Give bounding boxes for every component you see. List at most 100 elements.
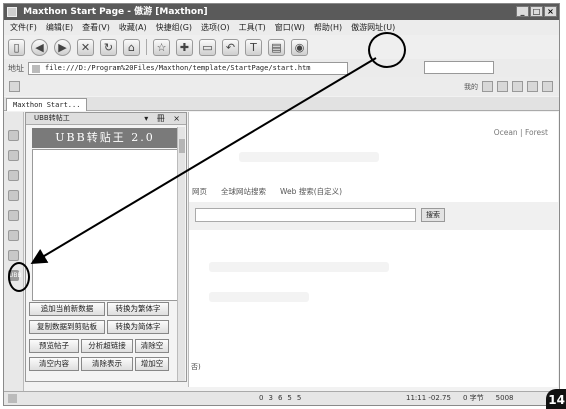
maxthon-app-icon [7,6,17,17]
toolbar-search-input[interactable] [424,61,494,74]
menu-groups[interactable]: 快捷组(G) [156,22,192,33]
menu-tools[interactable]: 工具(T) [239,22,266,33]
menu-help[interactable]: 帮助(H) [314,22,342,33]
minimize-button[interactable]: _ [516,6,529,17]
page-content: Ocean | Forest 网页 全球网站搜索 Web 搜索(自定义) 搜索 … [188,112,558,387]
search-tab-web[interactable]: 网页 [192,186,207,197]
search-tab-custom[interactable]: Web 搜索(自定义) [280,186,342,197]
status-indicator[interactable]: 5 [297,392,301,405]
favorite-star-icon[interactable]: ☆ [153,38,170,56]
links-bar-tools: 我的 [464,81,553,92]
tool-icon-2[interactable] [497,81,508,92]
back-icon[interactable]: ◀ [31,38,48,56]
my-label[interactable]: 我的 [464,82,478,92]
sidebar-icon-strip: UBB [4,112,24,402]
clear-space-button[interactable]: 清除空 [135,339,169,353]
status-page-icon [8,394,17,403]
new-page-icon[interactable]: ▯ [8,38,25,56]
to-simplified-button[interactable]: 转换为简体字 [107,320,169,334]
analyze-links-button[interactable]: 分析超链接 [81,339,133,353]
content-trailing-text: 否) [191,363,201,371]
tool-icon-5[interactable] [542,81,553,92]
menu-view[interactable]: 查看(V) [82,22,110,33]
append-data-button[interactable]: 追加当前新数据 [29,302,105,316]
main-search-button[interactable]: 搜索 [421,208,445,222]
figure-number-badge: 14 [546,389,566,409]
annotation-circle-ubb-icon [8,262,30,292]
tool-icon-4[interactable] [527,81,538,92]
sidebar-notes-icon[interactable] [8,210,19,221]
menu-bar: 文件(F) 编辑(E) 查看(V) 收藏(A) 快捷组(G) 选项(O) 工具(… [4,20,559,35]
sidebar-tools-icon[interactable] [8,230,19,241]
status-counter: 5008 [495,394,514,402]
menu-file[interactable]: 文件(F) [10,22,37,33]
clear-content-button[interactable]: 清空内容 [29,357,79,371]
faded-content-block [209,292,309,302]
links-bar: 我的 [4,77,559,96]
window-title: Maxthon Start Page - 傲游 [Maxthon] [23,7,208,17]
home-icon[interactable]: ⌂ [123,38,140,56]
main-toolbar: ▯ ◀ ▶ ✕ ↻ ⌂ ☆ ✚ ▭ ↶ T ▤ ◉ [4,35,559,59]
main-search-input[interactable] [195,208,416,222]
sidebar-search-icon[interactable] [8,130,19,141]
status-time: 11:11 -02.75 [406,394,451,402]
address-label: 地址 [8,63,24,73]
annotation-circle-sidebar-button [368,32,406,68]
copy-to-clipboard-button[interactable]: 复制数据到剪贴板 [29,320,105,334]
sidebar-icon[interactable]: ▤ [268,38,285,56]
title-bar: Maxthon Start Page - 傲游 [Maxthon] _ □ × [4,4,559,20]
skin-links[interactable]: Ocean | Forest [494,128,548,137]
status-bytes: 0 字节 [462,394,484,402]
menu-options[interactable]: 选项(O) [201,22,230,33]
sidebar-misc-icon[interactable] [8,250,19,261]
ubb-tool-title: UBB转贴王 2.0 [32,128,178,148]
address-input[interactable]: file:///D:/Program%20Files/Maxthon/templ… [28,61,348,75]
status-indicator[interactable]: 5 [287,392,291,405]
sidebar-panel-title: UBB转帖工 [34,114,70,122]
maximize-button[interactable]: □ [530,6,543,17]
add-space-button[interactable]: 增加空 [135,357,169,371]
sidebar-favorites-icon[interactable] [8,150,19,161]
clear-marks-button[interactable]: 清除表示 [81,357,133,371]
rss-feed-icon[interactable]: ◉ [291,38,308,56]
sidebar-scroll-thumb[interactable] [179,139,185,153]
menu-edit[interactable]: 编辑(E) [46,22,73,33]
status-indicators: 0 3 6 5 5 [259,392,301,405]
tool-icon-1[interactable] [482,81,493,92]
browser-window: Maxthon Start Page - 傲游 [Maxthon] _ □ × … [3,3,560,406]
extensions-icon[interactable]: ✚ [176,38,193,56]
preview-post-button[interactable]: 预览帖子 [29,339,79,353]
refresh-icon[interactable]: ↻ [100,38,117,56]
status-bar: 0 3 6 5 5 11:11 -02.75 0 字节 5008 [4,391,559,405]
window-controls: _ □ × [516,6,557,17]
tool-icon-3[interactable] [512,81,523,92]
status-info: 11:11 -02.75 0 字节 5008 [406,392,513,405]
status-indicator[interactable]: 0 [259,392,263,405]
sidebar-feeds-icon[interactable] [8,190,19,201]
stop-icon[interactable]: ✕ [77,38,94,56]
forward-icon[interactable]: ▶ [54,38,71,56]
sidebar-history-icon[interactable] [8,170,19,181]
menu-window[interactable]: 窗口(W) [275,22,305,33]
toolbar-separator [146,39,147,55]
tab-bar: Maxthon Start... [4,97,559,111]
status-indicator[interactable]: 3 [268,392,272,405]
to-traditional-button[interactable]: 转换为繁体字 [107,302,169,316]
search-tab-global[interactable]: 全球网站搜索 [221,186,266,197]
ubb-text-area[interactable] [32,149,178,301]
sidebar-panel-controls[interactable]: ▾ 冊 × [144,113,183,124]
window-icon[interactable]: ▭ [199,38,216,56]
faded-content-block [239,152,379,162]
address-bar: 地址 file:///D:/Program%20Files/Maxthon/te… [4,59,559,77]
faded-content-block [209,262,389,272]
status-indicator[interactable]: 6 [278,392,282,405]
links-icon[interactable] [9,81,20,92]
sidebar-scrollbar[interactable] [177,127,185,381]
text-icon[interactable]: T [245,38,262,56]
close-button[interactable]: × [544,6,557,17]
tab-start-page[interactable]: Maxthon Start... [6,98,88,111]
sidebar-panel-header: UBB转帖工 ▾ 冊 × [26,113,186,125]
search-tabs: 网页 全球网站搜索 Web 搜索(自定义) [192,186,342,197]
undo-icon[interactable]: ↶ [222,38,239,56]
menu-favorites[interactable]: 收藏(A) [119,22,147,33]
